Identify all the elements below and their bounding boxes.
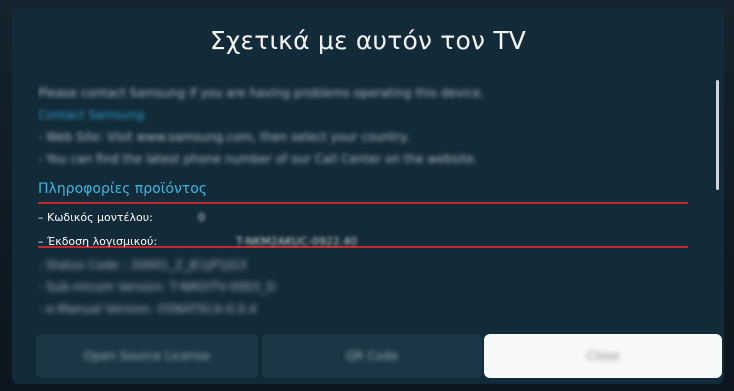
open-source-license-label: Open Source License [83, 349, 211, 363]
software-version-value: T-NKM2AKUC-0922.40 [236, 235, 358, 248]
close-label: Close [586, 349, 620, 363]
info-content: Please contact Samsung if you are having… [38, 84, 688, 324]
qr-code-button[interactable]: QR Code [262, 334, 482, 378]
product-info-heading: Πληροφορίες προϊόντος [38, 181, 208, 197]
software-version-label: – Έκδοση λογισμικού: [38, 235, 158, 248]
contact-line: - You can find the latest phone number o… [38, 152, 478, 166]
contact-samsung-heading: Contact Samsung [38, 108, 145, 122]
model-code-value: 0 [198, 211, 205, 224]
open-source-license-button[interactable]: Open Source License [36, 334, 258, 378]
contact-line: - Web Site: Visit www.samsung.com, then … [38, 130, 410, 144]
intro-text: Please contact Samsung if you are having… [38, 86, 485, 100]
qr-code-label: QR Code [345, 349, 399, 363]
dialog-title: Σχετικά με αυτόν τον TV [209, 26, 527, 55]
close-button[interactable]: Close [484, 334, 722, 378]
emanual-line: - e-Manual Version: OSNATSCA-0.0.4 [38, 302, 257, 316]
sub-micom-line: - Sub-micom Version: T-NM2ITV-0003_D [38, 280, 276, 294]
about-tv-dialog: Σχετικά με αυτόν τον TV Please contact S… [12, 8, 724, 384]
scrollbar[interactable] [716, 80, 719, 190]
status-code-line: - Status Code : 20001_Z_JE1JP1JG3 [38, 258, 247, 272]
model-code-label: – Κωδικός μοντέλου: [38, 211, 153, 224]
